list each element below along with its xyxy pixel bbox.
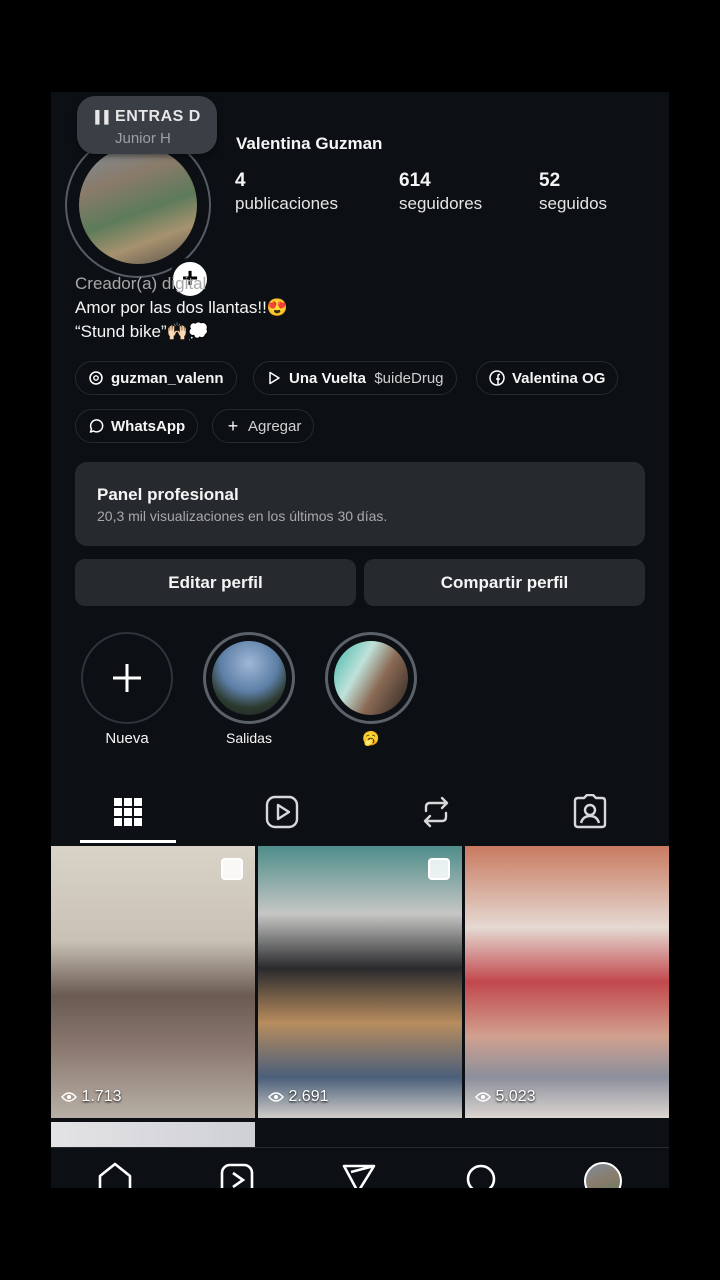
tab-posts-grid[interactable] [51,782,205,842]
music-note-title: ENTRAS D [115,108,201,125]
nav-messages[interactable] [339,1162,379,1188]
whatsapp-link-chip[interactable]: WhatsApp [75,409,199,443]
reels-icon [265,795,299,829]
highlight-salidas[interactable]: Salidas [201,632,297,746]
play-icon [266,370,282,386]
repost-icon [423,796,449,828]
grid-icon [114,798,142,826]
music-link-song: Una Vuelta [289,369,366,387]
highlight-salidas-cover [212,641,286,715]
carousel-icon [428,858,450,880]
profile-tabs [51,782,669,842]
nav-search[interactable] [461,1162,501,1188]
bio: Creador(a) digital Amor por las dos llan… [75,272,288,344]
music-note-bubble[interactable]: ▐▐ ENTRAS D Junior H [77,96,217,154]
highlight-new-circle [81,632,173,724]
bio-line-2: “Stund bike”🙌🏻💭 [75,322,209,341]
reels-icon [220,1163,254,1188]
stat-following-label: seguidos [539,194,608,213]
plus-icon: + [227,415,239,436]
share-profile-button[interactable]: Compartir perfil [364,559,645,606]
avatar-image [79,146,197,264]
tab-reposts[interactable] [359,782,513,842]
eye-icon [475,1092,491,1102]
highlight-emoji-cover [334,641,408,715]
stat-posts-label: publicaciones [235,194,339,213]
post-views: 2.691 [268,1088,329,1106]
bio-category: Creador(a) digital [75,274,207,293]
facebook-link-chip[interactable]: Valentina OG [476,361,619,395]
stat-followers-value: 614 [399,170,431,191]
highlight-new-label: Nueva [105,730,149,747]
stat-following-value: 52 [539,170,561,191]
music-note-artist: Junior H [115,130,171,147]
music-link-chip[interactable]: Una Vuelta $uideDrug [253,361,457,395]
stat-posts-value: 4 [235,170,246,191]
whatsapp-link-label: WhatsApp [111,417,186,435]
highlight-new[interactable]: Nueva [79,632,175,747]
threads-icon [88,370,104,386]
post-tile[interactable]: 5.023 [465,846,669,1118]
post-views-count: 5.023 [495,1088,536,1105]
facebook-icon [489,370,505,386]
highlight-emoji-circle [325,632,417,724]
search-icon [466,1164,496,1188]
highlight-salidas-circle [203,632,295,724]
add-link-chip[interactable]: + Agregar [212,409,315,443]
stat-followers[interactable]: 614 seguidores [399,170,482,214]
stat-followers-label: seguidores [399,194,483,213]
nav-profile[interactable] [583,1162,623,1188]
eye-icon [268,1092,284,1102]
threads-link-chip[interactable]: guzman_valenn [75,361,237,395]
home-icon [98,1162,132,1188]
plus-icon [113,664,141,692]
profile-avatar[interactable]: + [65,132,215,300]
send-icon [342,1164,376,1188]
post-views: 1.713 [61,1088,122,1106]
post-views: 5.023 [475,1088,536,1106]
profile-screen: + ▐▐ ENTRAS D Junior H Valentina Guzman 4… [51,92,669,1188]
tab-tagged[interactable] [513,782,667,842]
post-tile[interactable]: 2.691 [258,846,462,1118]
highlight-emoji-label: 🥱 [362,730,380,746]
post-views-count: 1.713 [81,1088,122,1105]
highlight-salidas-label: Salidas [226,730,272,746]
profile-name: Valentina Guzman [236,134,383,153]
facebook-link-label: Valentina OG [512,369,606,387]
active-tab-indicator [80,840,176,843]
tagged-icon [573,794,607,829]
music-bars-icon: ▐▐ [91,110,110,124]
panel-title: Panel profesional [97,485,239,504]
tab-reels[interactable] [205,782,359,842]
post-tile[interactable]: 1.713 [51,846,255,1118]
profile-avatar-small [584,1162,622,1188]
eye-icon [61,1092,77,1102]
music-note-title-row: ▐▐ ENTRAS D [91,108,201,126]
panel-subtitle: 20,3 mil visualizaciones en los últimos … [97,508,388,524]
post-views-count: 2.691 [288,1088,329,1105]
nav-home[interactable] [95,1162,135,1188]
bottom-navigation [51,1147,669,1188]
edit-profile-button[interactable]: Editar perfil [75,559,356,606]
whatsapp-icon [88,418,104,434]
carousel-icon [221,858,243,880]
bio-line-1: Amor por las dos llantas!!😍 [75,298,288,317]
threads-link-label: guzman_valenn [111,369,224,387]
nav-reels[interactable] [217,1162,257,1188]
stat-following[interactable]: 52 seguidos [539,170,607,214]
music-link-artist: $uideDrug [374,369,444,387]
add-link-label: Agregar [248,417,302,435]
stat-posts[interactable]: 4 publicaciones [235,170,338,214]
highlight-emoji[interactable]: 🥱 [323,632,419,747]
professional-dashboard[interactable]: Panel profesional 20,3 mil visualizacion… [75,462,645,546]
